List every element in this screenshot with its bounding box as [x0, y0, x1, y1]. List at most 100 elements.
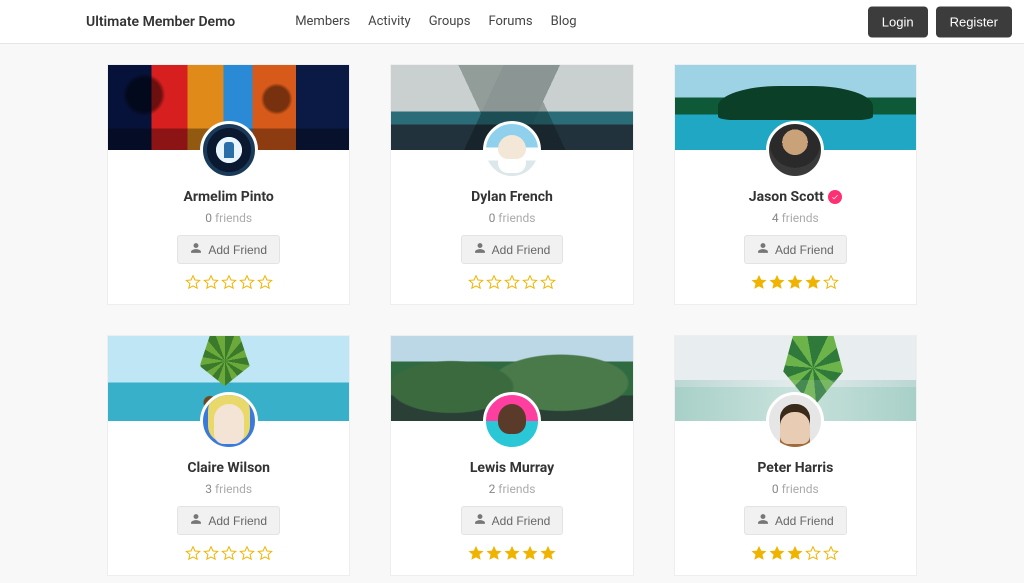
member-name: Armelim Pinto	[184, 189, 274, 205]
star-icon	[185, 274, 201, 290]
star-icon	[239, 545, 255, 561]
auth-buttons: Login Register	[868, 6, 1012, 37]
star-icon	[769, 545, 785, 561]
star-icon	[540, 274, 556, 290]
verified-badge-icon	[828, 190, 842, 204]
friends-label: friends	[782, 211, 819, 225]
star-icon	[221, 545, 237, 561]
user-icon	[757, 242, 769, 257]
star-icon	[221, 274, 237, 290]
nav-activity[interactable]: Activity	[368, 14, 411, 29]
nav-members[interactable]: Members	[295, 14, 350, 29]
login-button[interactable]: Login	[868, 6, 928, 37]
star-icon	[468, 545, 484, 561]
rating-stars[interactable]	[391, 274, 632, 290]
member-name: Lewis Murray	[470, 460, 554, 476]
friends-label: friends	[782, 482, 819, 496]
add-friend-label: Add Friend	[492, 514, 551, 528]
star-icon	[257, 274, 273, 290]
avatar[interactable]	[483, 121, 541, 179]
friends-count: 0 friends	[391, 211, 632, 225]
add-friend-label: Add Friend	[208, 243, 267, 257]
member-name: Claire Wilson	[187, 460, 270, 476]
rating-stars[interactable]	[675, 274, 916, 290]
avatar[interactable]	[483, 392, 541, 450]
star-icon	[468, 274, 484, 290]
star-icon	[540, 545, 556, 561]
user-icon	[190, 513, 202, 528]
friends-number: 0	[489, 211, 496, 225]
add-friend-button[interactable]: Add Friend	[461, 235, 564, 264]
star-icon	[823, 274, 839, 290]
friends-count: 2 friends	[391, 482, 632, 496]
member-name-row[interactable]: Armelim Pinto	[184, 189, 274, 205]
rating-stars[interactable]	[108, 545, 349, 561]
friends-label: friends	[498, 482, 535, 496]
rating-stars[interactable]	[675, 545, 916, 561]
member-card: Peter Harris 0 friends Add Friend	[674, 335, 917, 576]
star-icon	[203, 545, 219, 561]
register-button[interactable]: Register	[936, 6, 1012, 37]
user-icon	[190, 242, 202, 257]
star-icon	[504, 545, 520, 561]
star-icon	[805, 274, 821, 290]
star-icon	[787, 274, 803, 290]
nav-groups[interactable]: Groups	[429, 14, 471, 29]
top-header: Ultimate Member Demo Members Activity Gr…	[0, 0, 1024, 44]
friends-label: friends	[498, 211, 535, 225]
star-icon	[185, 545, 201, 561]
friends-count: 3 friends	[108, 482, 349, 496]
member-card: Claire Wilson 3 friends Add Friend	[107, 335, 350, 576]
add-friend-button[interactable]: Add Friend	[744, 235, 847, 264]
member-card: Dylan French 0 friends Add Friend	[390, 64, 633, 305]
avatar[interactable]	[200, 392, 258, 450]
member-name: Jason Scott	[749, 189, 824, 205]
member-name-row[interactable]: Claire Wilson	[187, 460, 270, 476]
rating-stars[interactable]	[108, 274, 349, 290]
star-icon	[805, 545, 821, 561]
nav-blog[interactable]: Blog	[551, 14, 577, 29]
add-friend-label: Add Friend	[775, 243, 834, 257]
star-icon	[203, 274, 219, 290]
member-name-row[interactable]: Lewis Murray	[470, 460, 554, 476]
add-friend-label: Add Friend	[775, 514, 834, 528]
members-grid: Armelim Pinto0 friendsAdd FriendDylan Fr…	[107, 64, 917, 576]
main-nav: Members Activity Groups Forums Blog	[295, 14, 576, 29]
star-icon	[486, 545, 502, 561]
add-friend-button[interactable]: Add Friend	[177, 235, 280, 264]
nav-forums[interactable]: Forums	[488, 14, 532, 29]
add-friend-button[interactable]: Add Friend	[461, 506, 564, 535]
add-friend-label: Add Friend	[492, 243, 551, 257]
star-icon	[257, 545, 273, 561]
avatar[interactable]	[766, 392, 824, 450]
user-icon	[474, 513, 486, 528]
friends-number: 0	[772, 482, 779, 496]
star-icon	[751, 545, 767, 561]
friends-count: 0 friends	[675, 482, 916, 496]
add-friend-label: Add Friend	[208, 514, 267, 528]
friends-count: 4 friends	[675, 211, 916, 225]
user-icon	[757, 513, 769, 528]
friends-count: 0 friends	[108, 211, 349, 225]
star-icon	[522, 545, 538, 561]
site-brand[interactable]: Ultimate Member Demo	[86, 14, 235, 30]
member-card: Jason Scott 4 friends Add Friend	[674, 64, 917, 305]
add-friend-button[interactable]: Add Friend	[744, 506, 847, 535]
star-icon	[823, 545, 839, 561]
star-icon	[239, 274, 255, 290]
member-name-row[interactable]: Jason Scott	[749, 189, 842, 205]
rating-stars[interactable]	[391, 545, 632, 561]
star-icon	[751, 274, 767, 290]
member-name-row[interactable]: Dylan French	[471, 189, 553, 205]
friends-number: 0	[205, 211, 212, 225]
user-icon	[474, 242, 486, 257]
avatar[interactable]	[766, 121, 824, 179]
member-name: Peter Harris	[757, 460, 833, 476]
member-name: Dylan French	[471, 189, 553, 205]
member-name-row[interactable]: Peter Harris	[757, 460, 833, 476]
add-friend-button[interactable]: Add Friend	[177, 506, 280, 535]
avatar[interactable]	[200, 121, 258, 179]
friends-number: 2	[489, 482, 496, 496]
star-icon	[504, 274, 520, 290]
friends-number: 4	[772, 211, 779, 225]
